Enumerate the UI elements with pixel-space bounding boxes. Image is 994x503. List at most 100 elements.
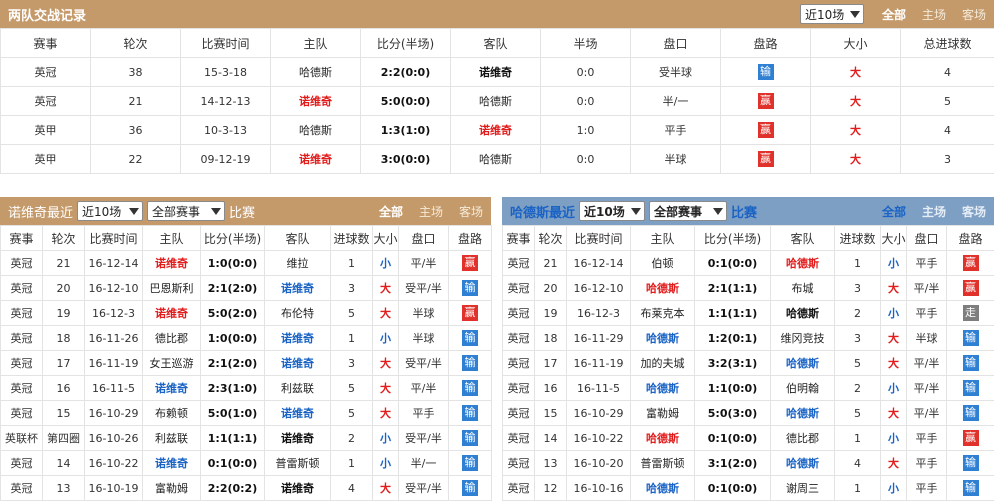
away-team[interactable]: 谢周三 [770, 475, 835, 501]
league-cell[interactable]: 英冠 [502, 300, 535, 326]
home-team[interactable]: 诺维奇 [142, 250, 201, 276]
score-cell[interactable]: 2:3(1:0) [200, 375, 265, 401]
league-cell[interactable]: 英冠 [502, 325, 535, 351]
home-team[interactable]: 巴恩斯利 [142, 275, 201, 301]
away-team[interactable]: 哈德斯 [770, 350, 835, 376]
away-team[interactable]: 维冈竞技 [770, 325, 835, 351]
score-cell[interactable]: 1:1(1:1) [200, 425, 265, 451]
away-team[interactable]: 诺维奇 [264, 400, 331, 426]
home-team[interactable]: 女王巡游 [142, 350, 201, 376]
home-team[interactable]: 诺维奇 [270, 86, 361, 116]
h2h-range-select[interactable]: 近10场 [799, 4, 864, 24]
home-team[interactable]: 普雷斯顿 [630, 450, 695, 476]
right-range-select[interactable]: 近10场 [579, 201, 646, 221]
league-cell[interactable]: 英冠 [0, 350, 43, 376]
league-cell[interactable]: 英冠 [502, 275, 535, 301]
score-cell[interactable]: 2:2(0:0) [360, 57, 451, 87]
league-cell[interactable]: 英冠 [502, 375, 535, 401]
score-cell[interactable]: 1:2(0:1) [694, 325, 771, 351]
away-team[interactable]: 布伦特 [264, 300, 331, 326]
away-team[interactable]: 德比郡 [770, 425, 835, 451]
league-cell[interactable]: 英冠 [0, 250, 43, 276]
away-team[interactable]: 诺维奇 [264, 475, 331, 501]
away-team[interactable]: 诺维奇 [264, 275, 331, 301]
league-cell[interactable]: 英冠 [0, 325, 43, 351]
league-cell[interactable]: 英联杯 [0, 425, 43, 451]
home-team[interactable]: 哈德斯 [630, 275, 695, 301]
league-cell[interactable]: 英冠 [502, 250, 535, 276]
score-cell[interactable]: 5:0(3:0) [694, 400, 771, 426]
league-cell[interactable]: 英甲 [0, 144, 91, 174]
home-team[interactable]: 诺维奇 [142, 375, 201, 401]
tab-all[interactable]: 全部 [874, 203, 914, 220]
league-cell[interactable]: 英冠 [0, 300, 43, 326]
away-team[interactable]: 伯明翰 [770, 375, 835, 401]
home-team[interactable]: 布赖顿 [142, 400, 201, 426]
score-cell[interactable]: 0:1(0:0) [694, 425, 771, 451]
score-cell[interactable]: 2:2(0:2) [200, 475, 265, 501]
league-cell[interactable]: 英冠 [502, 350, 535, 376]
league-cell[interactable]: 英冠 [0, 475, 43, 501]
away-team[interactable]: 哈德斯 [770, 400, 835, 426]
away-team[interactable]: 哈德斯 [770, 250, 835, 276]
league-cell[interactable]: 英冠 [502, 400, 535, 426]
away-team[interactable]: 普雷斯顿 [264, 450, 331, 476]
score-cell[interactable]: 1:3(1:0) [360, 115, 451, 145]
score-cell[interactable]: 2:1(1:1) [694, 275, 771, 301]
score-cell[interactable]: 2:1(2:0) [200, 350, 265, 376]
away-team[interactable]: 哈德斯 [450, 144, 541, 174]
league-cell[interactable]: 英冠 [502, 475, 535, 501]
league-cell[interactable]: 英冠 [0, 275, 43, 301]
home-team[interactable]: 哈德斯 [630, 475, 695, 501]
home-team[interactable]: 富勒姆 [142, 475, 201, 501]
away-team[interactable]: 哈德斯 [450, 86, 541, 116]
score-cell[interactable]: 1:0(0:0) [200, 250, 265, 276]
tab-home[interactable]: 主场 [914, 203, 954, 220]
away-team[interactable]: 诺维奇 [264, 425, 331, 451]
league-cell[interactable]: 英冠 [0, 375, 43, 401]
score-cell[interactable]: 0:1(0:0) [694, 250, 771, 276]
home-team[interactable]: 布莱克本 [630, 300, 695, 326]
score-cell[interactable]: 3:1(2:0) [694, 450, 771, 476]
away-team[interactable]: 诺维奇 [264, 350, 331, 376]
home-team[interactable]: 诺维奇 [142, 300, 201, 326]
home-team[interactable]: 富勒姆 [630, 400, 695, 426]
home-team[interactable]: 诺维奇 [142, 450, 201, 476]
right-comp-select[interactable]: 全部赛事 [649, 201, 728, 221]
score-cell[interactable]: 1:0(0:0) [200, 325, 265, 351]
score-cell[interactable]: 0:1(0:0) [694, 475, 771, 501]
tab-away[interactable]: 客场 [954, 203, 994, 220]
score-cell[interactable]: 5:0(2:0) [200, 300, 265, 326]
score-cell[interactable]: 5:0(0:0) [360, 86, 451, 116]
away-team[interactable]: 布城 [770, 275, 835, 301]
away-team[interactable]: 维拉 [264, 250, 331, 276]
score-cell[interactable]: 1:1(0:0) [694, 375, 771, 401]
league-cell[interactable]: 英冠 [0, 400, 43, 426]
league-cell[interactable]: 英冠 [502, 425, 535, 451]
tab-home[interactable]: 主场 [411, 203, 451, 220]
tab-all[interactable]: 全部 [371, 203, 411, 220]
away-team[interactable]: 哈德斯 [770, 450, 835, 476]
away-team[interactable]: 诺维奇 [450, 57, 541, 87]
away-team[interactable]: 利兹联 [264, 375, 331, 401]
score-cell[interactable]: 3:2(3:1) [694, 350, 771, 376]
home-team[interactable]: 哈德斯 [630, 375, 695, 401]
home-team[interactable]: 哈德斯 [630, 425, 695, 451]
score-cell[interactable]: 3:0(0:0) [360, 144, 451, 174]
tab-away[interactable]: 客场 [451, 203, 491, 220]
left-comp-select[interactable]: 全部赛事 [147, 201, 226, 221]
league-cell[interactable]: 英甲 [0, 115, 91, 145]
away-team[interactable]: 诺维奇 [264, 325, 331, 351]
tab-home[interactable]: 主场 [914, 6, 954, 23]
left-range-select[interactable]: 近10场 [77, 201, 144, 221]
away-team[interactable]: 诺维奇 [450, 115, 541, 145]
league-cell[interactable]: 英冠 [502, 450, 535, 476]
home-team[interactable]: 诺维奇 [270, 144, 361, 174]
home-team[interactable]: 利兹联 [142, 425, 201, 451]
league-cell[interactable]: 英冠 [0, 57, 91, 87]
score-cell[interactable]: 5:0(1:0) [200, 400, 265, 426]
home-team[interactable]: 哈德斯 [270, 115, 361, 145]
league-cell[interactable]: 英冠 [0, 450, 43, 476]
score-cell[interactable]: 0:1(0:0) [200, 450, 265, 476]
home-team[interactable]: 德比郡 [142, 325, 201, 351]
